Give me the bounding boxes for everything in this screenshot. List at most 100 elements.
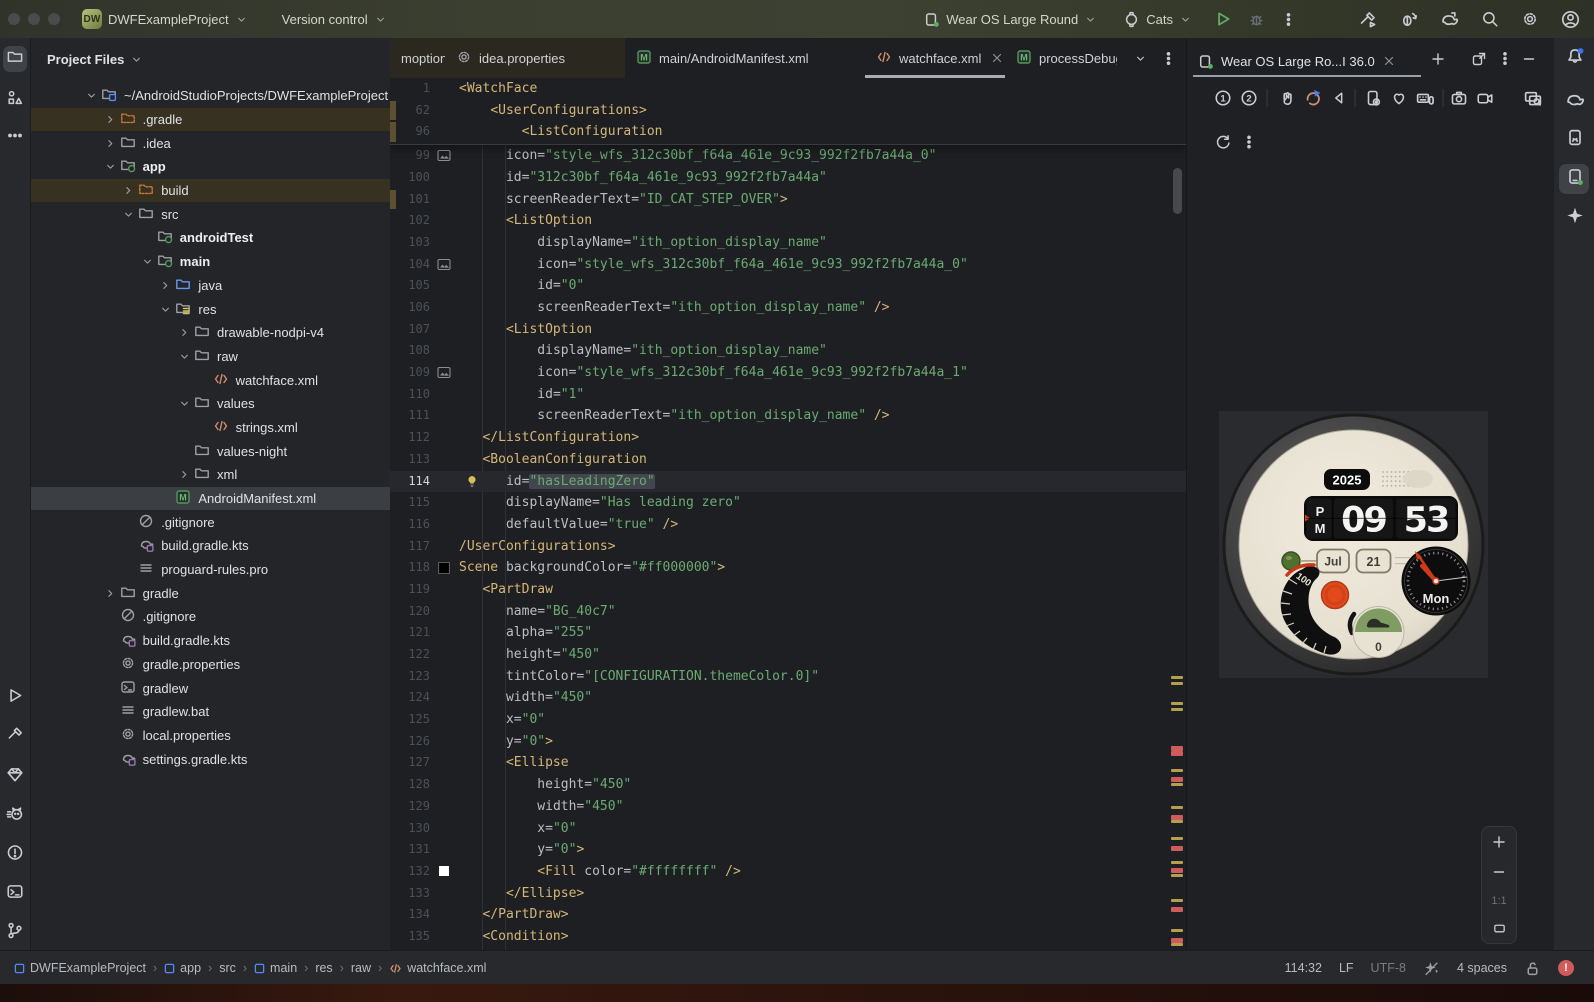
tab-watchface-xml[interactable]: watchface.xml	[865, 38, 1005, 78]
line-number[interactable]: 130	[390, 818, 430, 840]
image-preview-icon[interactable]	[436, 364, 452, 381]
line-number[interactable]: 133	[390, 883, 430, 905]
zoom-out-icon minus-icon[interactable]	[1491, 864, 1507, 880]
line-number[interactable]: 128	[390, 774, 430, 796]
window-zoom-button[interactable]	[48, 13, 60, 25]
tree-item--gitignore[interactable]: .gitignore	[31, 510, 390, 534]
tab-list-chevron-icon[interactable]	[1134, 52, 1147, 65]
line-number[interactable]: 126	[390, 731, 430, 753]
open-in-window-icon[interactable]	[1471, 51, 1487, 72]
line-number[interactable]: 117	[390, 536, 430, 558]
breadcrumb-raw[interactable]: raw	[351, 961, 371, 975]
close-icon[interactable]	[1382, 54, 1396, 68]
lock-icon[interactable]	[1524, 960, 1541, 977]
tree-item-settings-gradle-kts[interactable]: settings.gradle.kts	[31, 747, 390, 771]
line-number[interactable]: 116	[390, 514, 430, 536]
line-number[interactable]: 100	[390, 167, 430, 189]
line-number[interactable]: 132	[390, 861, 430, 883]
tree-item-build-gradle-kts[interactable]: build.gradle.kts	[31, 534, 390, 558]
chevron-down-icon[interactable]	[156, 303, 175, 316]
warning-stripe-mark[interactable]	[1171, 783, 1183, 786]
line-number[interactable]: 124	[390, 687, 430, 709]
error-stripe-mark[interactable]	[1171, 907, 1183, 912]
indent-style[interactable]: 4 spaces	[1457, 961, 1507, 975]
record-icon[interactable]	[1476, 89, 1494, 107]
breadcrumb-watchface-xml[interactable]: watchface.xml	[389, 961, 486, 975]
tree-item-proguard-rules-pro[interactable]: proguard-rules.pro	[31, 558, 390, 582]
intention-bulb-icon[interactable]	[464, 473, 480, 490]
run-config-selector[interactable]: Cats	[1115, 7, 1200, 32]
tree-item--gradle[interactable]: .gradle	[31, 107, 390, 132]
build-tool-icon[interactable]	[6, 726, 24, 749]
settings-ic gear-icon[interactable]	[1521, 10, 1539, 28]
tree-item-drawable-nodpi-v4[interactable]: drawable-nodpi-v4	[31, 321, 390, 345]
line-number[interactable]: 111	[390, 405, 430, 427]
tree-item-build-gradle-kts[interactable]: build.gradle.kts	[31, 629, 390, 653]
tab-processdebug[interactable]: MprocessDebug	[1005, 38, 1117, 78]
encoding[interactable]: UTF-8	[1371, 961, 1406, 975]
profiler-icon[interactable]	[1399, 10, 1418, 29]
line-number[interactable]: 113	[390, 449, 430, 471]
project-tool-icon folder-icon[interactable]	[7, 48, 24, 70]
error-stripe-mark[interactable]	[1171, 846, 1183, 851]
chevron-right-icon[interactable]	[175, 326, 194, 339]
line-number[interactable]: 103	[390, 232, 430, 254]
warning-stripe-mark[interactable]	[1171, 837, 1183, 840]
device-settings-icon[interactable]	[1364, 89, 1382, 107]
breadcrumb-src[interactable]: src	[219, 961, 236, 975]
palm-icon[interactable]	[1278, 89, 1296, 107]
gradle-sync-icon[interactable]	[1440, 10, 1459, 29]
tree-item-gradle[interactable]: gradle	[31, 581, 390, 605]
line-number[interactable]: 120	[390, 601, 430, 623]
more-tools-icon[interactable]	[7, 128, 23, 149]
back-icon[interactable]	[1331, 90, 1348, 107]
line-number[interactable]: 62	[390, 100, 430, 122]
tree-item-raw[interactable]: raw	[31, 345, 390, 369]
warning-stripe-mark[interactable]	[1171, 676, 1183, 679]
chevron-right-icon[interactable]	[101, 587, 120, 600]
tree-item-gradle-properties[interactable]: gradle.properties	[31, 653, 390, 677]
structure-tool-icon[interactable]	[7, 89, 24, 111]
tree-item-main[interactable]: main	[31, 250, 390, 274]
error-stripe-mark[interactable]	[1171, 751, 1183, 756]
hide-panel-icon[interactable]	[1521, 51, 1537, 72]
line-ending[interactable]: LF	[1339, 961, 1354, 975]
error-indicator[interactable]: !	[1558, 960, 1574, 976]
close-icon[interactable]	[990, 51, 1004, 65]
line-number[interactable]: 123	[390, 666, 430, 688]
line-number[interactable]: 99	[390, 145, 430, 167]
breadcrumb-dwfexampleproject[interactable]: DWFExampleProject	[14, 961, 146, 975]
fit-to-window-icon[interactable]	[1492, 921, 1507, 936]
rotate-icon[interactable]	[1304, 89, 1323, 108]
line-number[interactable]: 112	[390, 427, 430, 449]
tree-item-local-properties[interactable]: local.properties	[31, 724, 390, 748]
line-number[interactable]: 108	[390, 340, 430, 362]
avatar[interactable]	[1561, 10, 1580, 29]
tab-idea-properties[interactable]: idea.properties	[445, 38, 625, 78]
tree-item-build[interactable]: build	[31, 178, 390, 203]
button-2-icon[interactable]: 2	[1240, 89, 1258, 107]
tree-item-watchface-xml[interactable]: watchface.xml	[31, 368, 390, 392]
line-number[interactable]: 135	[390, 926, 430, 948]
line-number[interactable]: 115	[390, 492, 430, 514]
line-number[interactable]: 125	[390, 709, 430, 731]
line-number[interactable]: 127	[390, 752, 430, 774]
run-button[interactable]	[1214, 10, 1232, 28]
line-number[interactable]: 136	[390, 948, 430, 950]
error-stripe-mark[interactable]	[1171, 777, 1183, 782]
notifications-icon bell-icon[interactable]	[1565, 47, 1584, 71]
gradle-icon[interactable]	[1565, 90, 1585, 115]
line-number[interactable]: 134	[390, 904, 430, 926]
tree-item-app[interactable]: app	[31, 155, 390, 179]
warning-stripe-mark[interactable]	[1171, 820, 1183, 823]
warning-stripe-mark[interactable]	[1171, 899, 1183, 902]
build-icon[interactable]	[1358, 10, 1377, 29]
project-selector[interactable]: DW DWFExampleProject	[74, 5, 256, 33]
panel-options-icon[interactable]	[1498, 51, 1513, 71]
chevron-right-icon[interactable]	[119, 184, 138, 197]
window-minimize-button[interactable]	[28, 13, 40, 25]
warning-stripe-mark[interactable]	[1171, 806, 1183, 809]
line-number[interactable]: 119	[390, 579, 430, 601]
tree-item-java[interactable]: java	[31, 274, 390, 298]
problems-icon[interactable]	[6, 844, 24, 867]
